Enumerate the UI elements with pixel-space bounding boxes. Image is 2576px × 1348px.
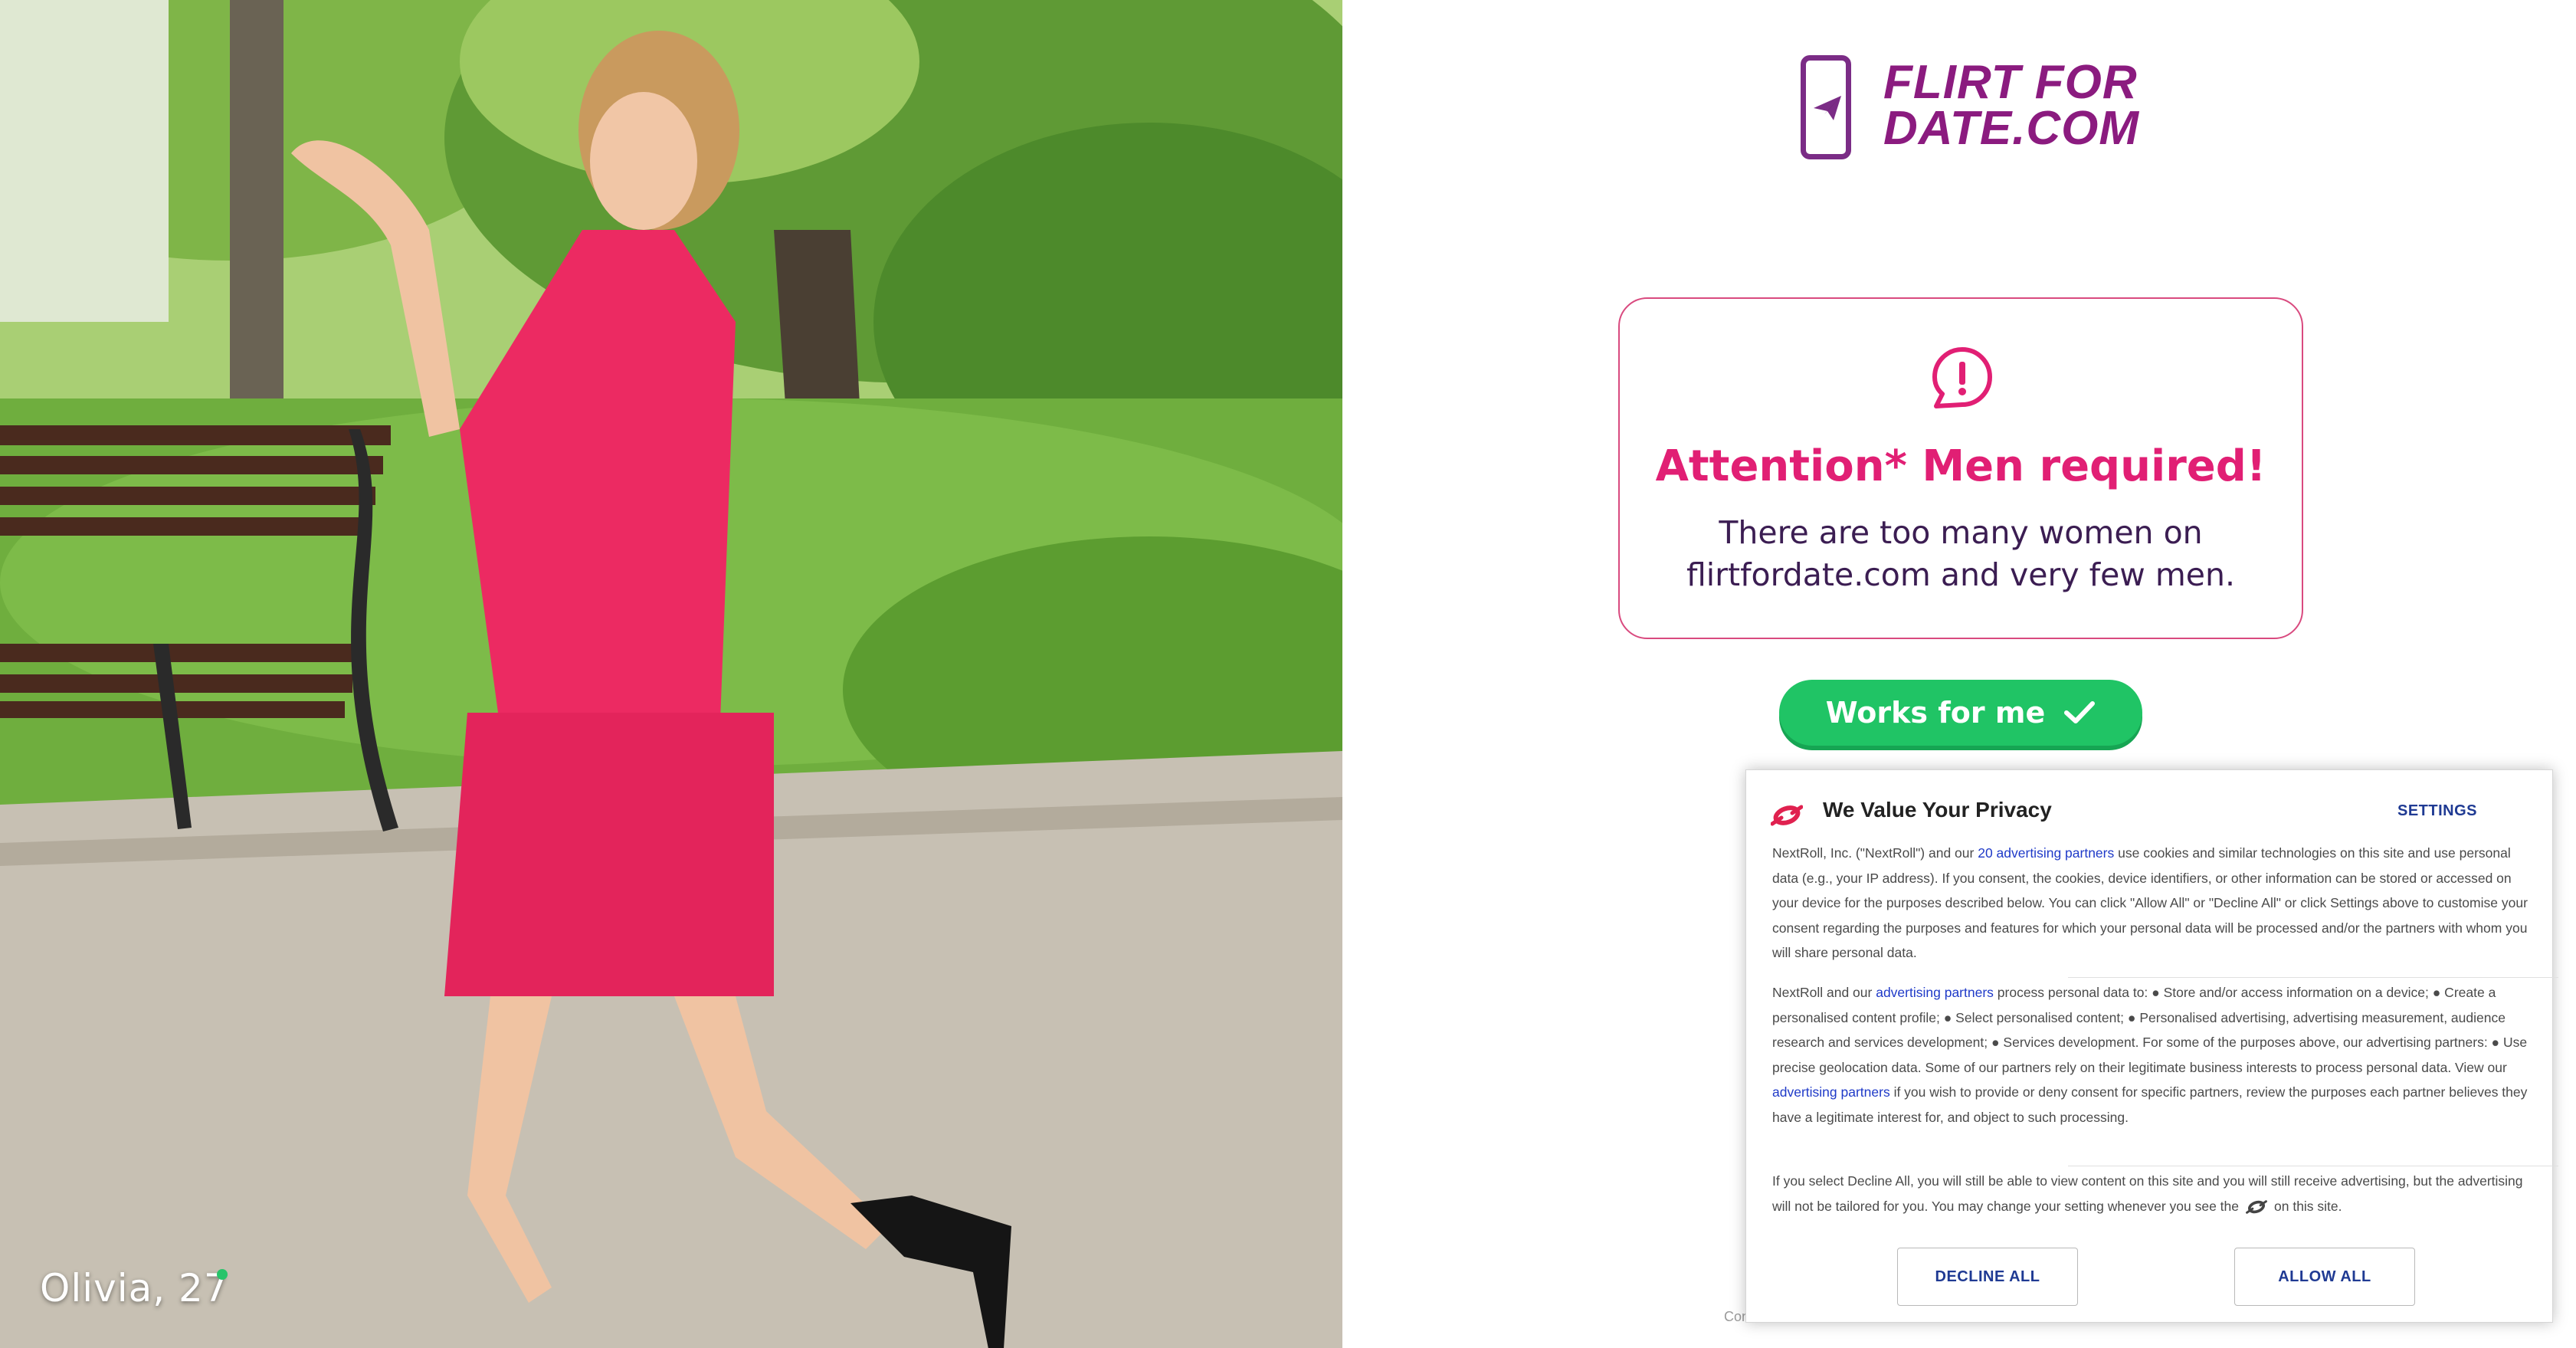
privacy-consent-modal: We Value Your Privacy SETTINGS NextRoll,… <box>1745 769 2558 1323</box>
phone-logo-icon <box>1801 55 1851 159</box>
attention-message: There are too many women on flirtfordate… <box>1650 512 2271 596</box>
nextroll-logo-icon <box>1771 805 1803 826</box>
nextroll-settings-icon[interactable] <box>2243 1199 2270 1215</box>
privacy-paragraph-2-text-a: NextRoll and our <box>1772 985 1876 1000</box>
privacy-title: We Value Your Privacy <box>1823 798 2052 822</box>
paper-plane-icon <box>1814 96 1841 120</box>
attention-message-line-2: flirtfordate.com and very few men. <box>1686 556 2236 593</box>
park-scene-illustration <box>0 0 1342 1348</box>
works-for-me-button[interactable]: Works for me <box>1779 680 2142 746</box>
logo-line-2: DATE.COM <box>1883 102 2140 155</box>
checkmark-icon <box>2064 701 2096 723</box>
logo-wordmark: FLIRT FOR DATE.COM <box>1883 56 2140 155</box>
privacy-paragraph-1: NextRoll, Inc. ("NextRoll") and our 20 a… <box>1772 841 2529 966</box>
site-logo[interactable]: FLIRT FOR DATE.COM <box>1801 54 2138 165</box>
advertising-partners-link[interactable]: advertising partners <box>1876 985 1994 1000</box>
profile-name-age: Olivia, 27 <box>40 1266 229 1310</box>
allow-all-button[interactable]: ALLOW ALL <box>2234 1248 2415 1306</box>
privacy-divider <box>2068 977 2558 978</box>
attention-message-line-1: There are too many women on <box>1719 514 2203 551</box>
attention-card: Attention* Men required! There are too m… <box>1618 297 2303 639</box>
decline-all-button[interactable]: DECLINE ALL <box>1897 1248 2078 1306</box>
advertising-partners-count-link[interactable]: 20 advertising partners <box>1978 845 2114 861</box>
attention-title: Attention* Men required! <box>1655 441 2266 491</box>
privacy-paragraph-3-text-b: on this site. <box>2274 1198 2342 1214</box>
works-for-me-label: Works for me <box>1825 696 2046 730</box>
online-status-dot <box>217 1269 228 1280</box>
privacy-paragraph-3-text-a: If you select Decline All, you will stil… <box>1772 1173 2523 1214</box>
settings-link[interactable]: SETTINGS <box>2397 802 2477 820</box>
alert-speech-bubble-icon <box>1932 347 1992 408</box>
privacy-paragraph-2: NextRoll and our advertising partners pr… <box>1772 980 2529 1130</box>
privacy-paragraph-1-text-a: NextRoll, Inc. ("NextRoll") and our <box>1772 845 1978 861</box>
privacy-paragraph-1-text-b: use cookies and similar technologies on … <box>1772 845 2528 960</box>
profile-photo: Olivia, 27 <box>0 0 1342 1348</box>
logo-line-1: FLIRT FOR <box>1883 56 2138 109</box>
privacy-paragraph-3: If you select Decline All, you will stil… <box>1772 1169 2529 1218</box>
advertising-partners-link-2[interactable]: advertising partners <box>1772 1084 1890 1100</box>
